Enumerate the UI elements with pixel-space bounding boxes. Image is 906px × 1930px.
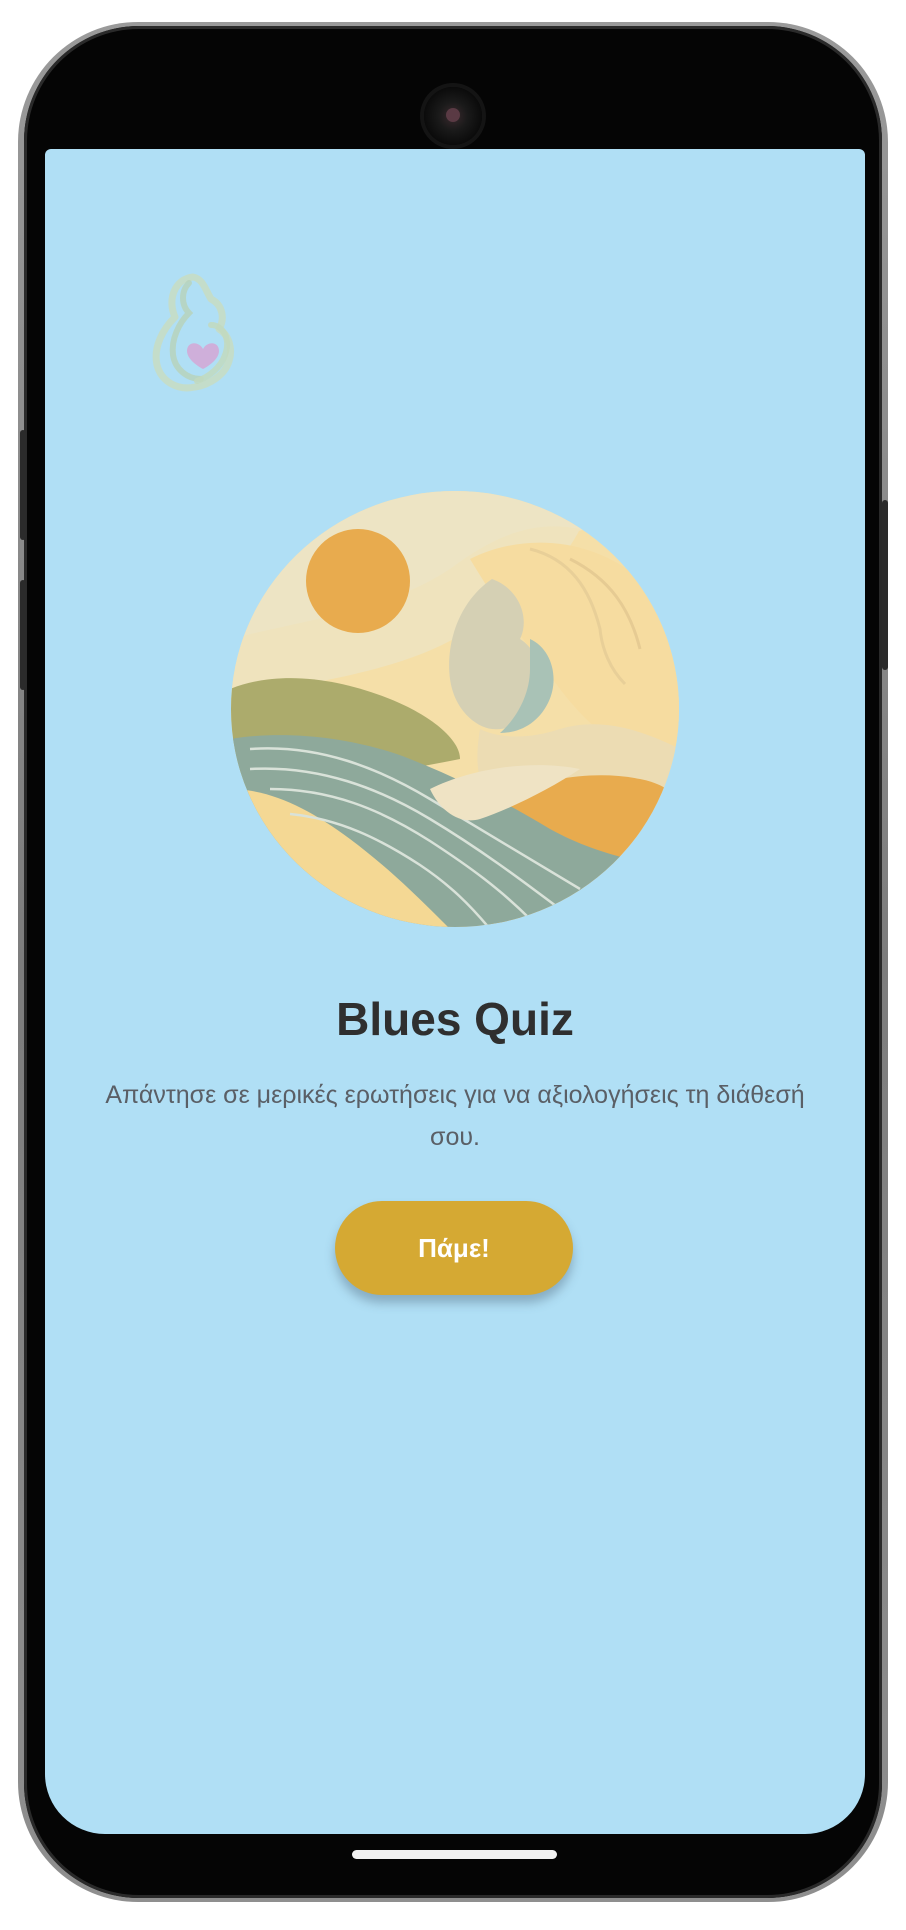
home-indicator-bar[interactable]: [352, 1850, 557, 1859]
power-button: [882, 500, 888, 670]
device-mockup: Blues Quiz Απάντησε σε μερικές ερωτήσεις…: [0, 0, 906, 1930]
start-quiz-button[interactable]: Πάμε!: [335, 1201, 573, 1295]
camera-lens: [446, 108, 460, 122]
start-quiz-button-label: Πάμε!: [418, 1232, 490, 1263]
volume-down-button: [20, 580, 26, 690]
page-subtitle: Απάντησε σε μερικές ερωτήσεις για να αξι…: [105, 1081, 805, 1151]
mother-heart-logo-icon: [152, 273, 235, 392]
landscape-sun-woman-illustration: [231, 491, 679, 927]
page-title: Blues Quiz: [336, 993, 574, 1045]
volume-up-button: [20, 430, 26, 540]
app-screen: Blues Quiz Απάντησε σε μερικές ερωτήσεις…: [45, 149, 865, 1834]
